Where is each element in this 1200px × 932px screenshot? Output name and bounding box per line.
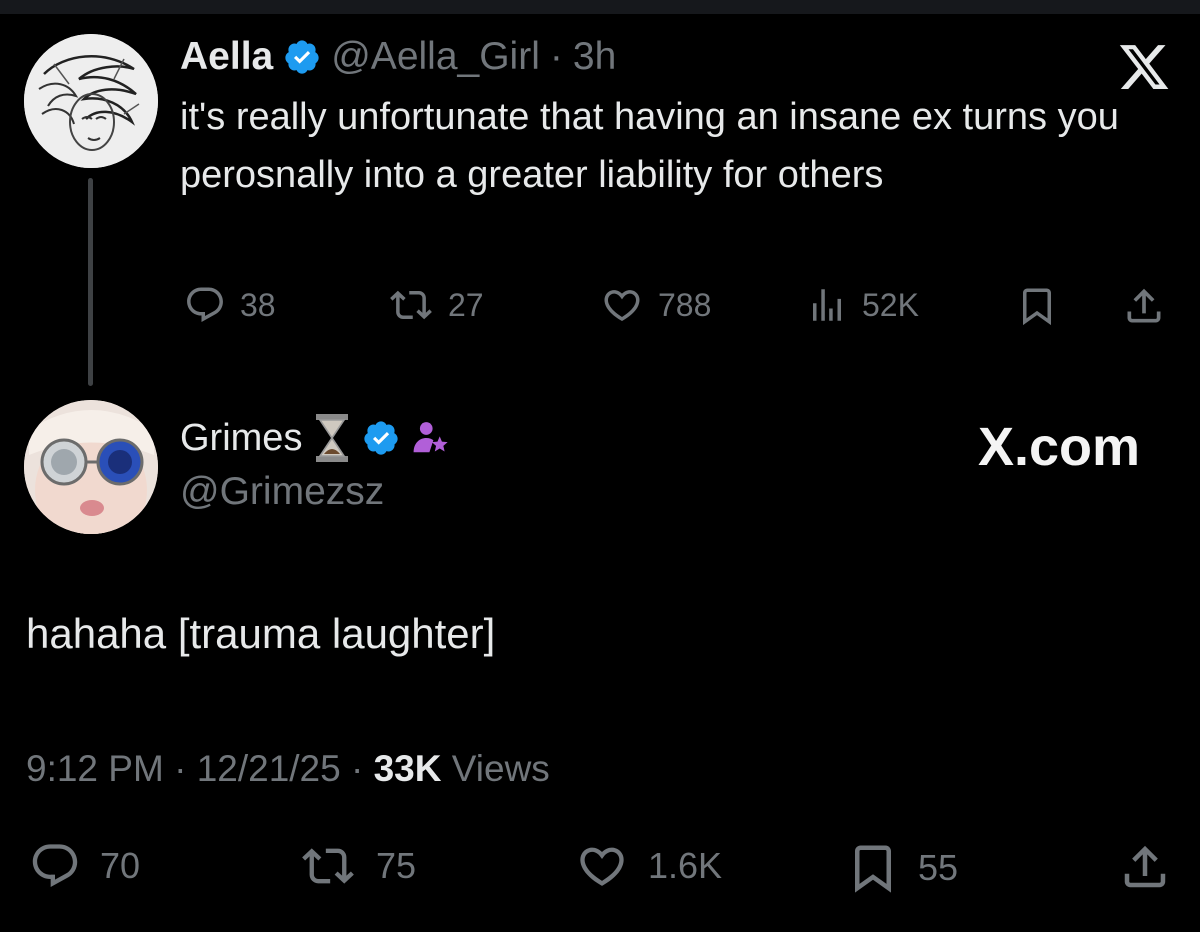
views-action[interactable]: 52K xyxy=(806,284,919,326)
heart-icon xyxy=(604,290,640,322)
tweet-time[interactable]: 3h xyxy=(573,35,616,79)
x-logo-icon[interactable] xyxy=(1116,40,1172,94)
hourglass-icon xyxy=(316,414,349,462)
author-name[interactable]: Aella xyxy=(180,35,273,79)
share-icon[interactable] xyxy=(1122,284,1166,328)
like-action[interactable]: 788 xyxy=(600,284,711,326)
reply-count: 38 xyxy=(240,286,276,323)
reply-icon xyxy=(32,844,78,888)
verified-badge-icon xyxy=(285,40,319,74)
reply-icon xyxy=(187,287,223,322)
share-icon[interactable] xyxy=(1118,840,1172,894)
like-count: 1.6K xyxy=(648,845,723,886)
views-count[interactable]: 33K xyxy=(374,748,442,789)
separator-dot: · xyxy=(351,748,364,789)
bookmark-action[interactable]: 55 xyxy=(846,840,958,896)
verified-badge-icon xyxy=(364,421,399,455)
like-action[interactable]: 1.6K xyxy=(574,840,722,892)
tweet-time[interactable]: 9:12 PM xyxy=(26,748,164,789)
reply-count: 70 xyxy=(100,845,141,886)
tweet-meta: 9:12 PM · 12/21/25 · 33K Views xyxy=(26,748,550,790)
reply-action[interactable]: 38 xyxy=(184,284,276,326)
repost-icon xyxy=(302,848,354,884)
views-count: 52K xyxy=(862,286,919,323)
parent-tweet-text: it's really unfortunate that having an i… xyxy=(180,96,1119,196)
avatar-aella[interactable] xyxy=(24,34,158,168)
heart-icon xyxy=(580,847,624,886)
bookmark-icon[interactable] xyxy=(1016,284,1058,328)
parent-tweet-header: Aella @Aella_Girl · 3h xyxy=(180,34,616,80)
repost-action[interactable]: 75 xyxy=(298,840,416,892)
avatar-grimes[interactable] xyxy=(24,400,158,534)
separator-dot: · xyxy=(174,748,187,789)
repost-count: 75 xyxy=(376,845,417,886)
thread-connector-line xyxy=(88,178,93,386)
reply-action[interactable]: 70 xyxy=(28,840,140,892)
like-count: 788 xyxy=(658,286,712,323)
repost-action[interactable]: 27 xyxy=(388,284,484,326)
affiliate-person-star-icon xyxy=(414,422,449,453)
views-label: Views xyxy=(451,748,550,789)
reply-author-row: Grimes xyxy=(180,414,450,462)
bookmark-count: 55 xyxy=(918,847,959,888)
repost-count: 27 xyxy=(448,286,484,323)
author-handle[interactable]: @Aella_Girl xyxy=(331,35,540,79)
bookmark-icon xyxy=(855,845,891,893)
reply-author-name[interactable]: Grimes xyxy=(180,417,302,460)
reply-tweet-text: hahaha [trauma laughter] xyxy=(26,610,496,657)
reply-author-handle[interactable]: @Grimezsz xyxy=(180,470,384,514)
repost-icon xyxy=(390,290,432,320)
separator-dot: · xyxy=(549,35,563,78)
xcom-watermark: X.com xyxy=(978,417,1141,477)
top-status-strip xyxy=(0,0,1200,14)
tweet-date[interactable]: 12/21/25 xyxy=(197,748,341,789)
views-chart-icon xyxy=(813,289,841,321)
